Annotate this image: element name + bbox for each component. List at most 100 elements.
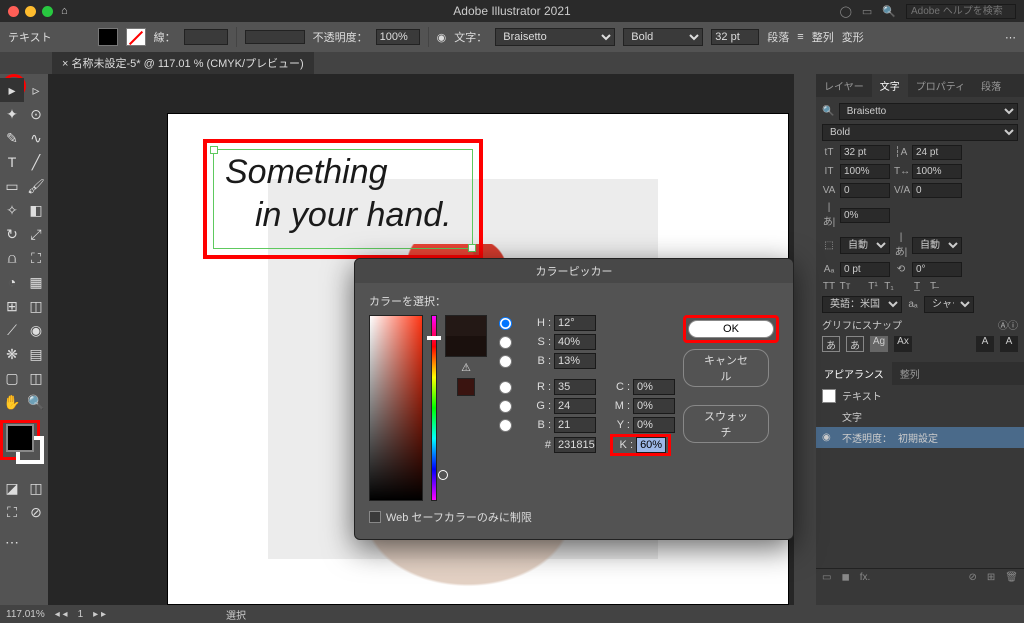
leading-field[interactable] [912, 145, 962, 160]
bb-radio[interactable] [499, 419, 512, 432]
font-weight-select[interactable]: Bold [623, 28, 703, 46]
snap-info-icon[interactable]: ⓘ [1008, 321, 1018, 332]
edit-toolbar-icon[interactable]: ⋯ [0, 530, 24, 554]
tab-character[interactable]: 文字 [872, 74, 908, 97]
s-radio[interactable] [499, 336, 512, 349]
artboard-tool[interactable]: ▢ [0, 366, 24, 390]
color-preview-last[interactable] [457, 378, 475, 396]
b-radio[interactable] [499, 355, 512, 368]
glyph-btn-3[interactable]: Ag [870, 336, 888, 352]
bb-value[interactable]: 21 [554, 417, 596, 433]
tracking-field[interactable] [912, 183, 962, 198]
text-object[interactable]: Something in your hand. [225, 151, 452, 236]
glyph-btn-2[interactable]: あ [846, 336, 864, 352]
graph-tool[interactable]: ▤ [24, 342, 48, 366]
para-icon[interactable]: ≡ [797, 31, 803, 43]
rectangle-tool[interactable]: ▭ [0, 174, 24, 198]
user-icon[interactable]: ◯ [840, 5, 852, 18]
b-value[interactable]: 13% [554, 353, 596, 369]
language-select[interactable]: 英語：米国 [822, 296, 902, 313]
glyph-btn-1[interactable]: あ [822, 336, 840, 352]
zoom-level[interactable]: 117.01% [6, 609, 45, 620]
c-value[interactable]: 0% [633, 379, 675, 395]
tab-appearance[interactable]: アピアランス [816, 362, 892, 385]
tab-layers[interactable]: レイヤー [816, 74, 872, 97]
home-icon[interactable]: ⌂ [61, 5, 68, 17]
visibility-icon[interactable]: ◉ [822, 432, 836, 443]
curvature-tool[interactable]: ∿ [24, 126, 48, 150]
glyph-btn-4[interactable]: Ax [894, 336, 912, 352]
tab-paragraph[interactable]: 段落 [973, 74, 1009, 97]
appearance-row-char[interactable]: 文字 [816, 406, 1024, 427]
zoom-tool[interactable]: 🔍 [24, 390, 48, 414]
gradient-mode-icon[interactable]: ◫ [24, 476, 48, 500]
baseline-field[interactable] [840, 262, 890, 277]
ok-button[interactable]: OK [688, 320, 774, 338]
width-tool[interactable]: ⩍ [0, 246, 24, 270]
rotate-tool[interactable]: ↻ [0, 222, 24, 246]
type-tool[interactable]: T [0, 150, 24, 174]
opacity-input[interactable] [376, 29, 420, 45]
underline-icon[interactable]: T̲ [910, 281, 924, 292]
scale-tool[interactable]: ⤢ [24, 222, 48, 246]
fill-swatch[interactable] [98, 28, 118, 46]
font-style-field[interactable]: Bold [822, 124, 1018, 141]
line-tool[interactable]: ╱ [24, 150, 48, 174]
smallcaps-icon[interactable]: Tᴛ [838, 281, 852, 292]
shape-builder-tool[interactable]: ◔ [0, 270, 24, 294]
appearance-row-text[interactable]: テキスト [816, 385, 1024, 406]
right-dock-strip[interactable] [794, 74, 816, 605]
warning-icon[interactable]: ⚠ [461, 361, 471, 374]
stroke-swatch[interactable] [126, 28, 146, 46]
g-radio[interactable] [499, 400, 512, 413]
kerning-field[interactable] [840, 183, 890, 198]
artboard-nav[interactable]: 1 [78, 609, 84, 620]
glyph-btn-5[interactable]: A [976, 336, 994, 352]
delete-icon[interactable]: 🗑 [1005, 572, 1018, 583]
close-icon[interactable] [8, 6, 19, 17]
y-value[interactable]: 0% [633, 417, 675, 433]
font-family-field[interactable]: Braisetto [839, 103, 1018, 120]
hex-value[interactable]: 231815 [554, 437, 596, 453]
antialias-select[interactable]: シャープ [924, 296, 974, 313]
align-label[interactable]: 整列 [812, 29, 834, 45]
slice-tool[interactable]: ◫ [24, 366, 48, 390]
g-value[interactable]: 24 [554, 398, 596, 414]
direct-selection-tool[interactable]: ▹ [24, 78, 48, 102]
blend-tool[interactable]: ◉ [24, 318, 48, 342]
r-value[interactable]: 35 [554, 379, 596, 395]
recolor-icon[interactable]: ◉ [437, 31, 447, 44]
font-size-input[interactable] [711, 29, 759, 45]
stroke-style-dropdown[interactable] [245, 30, 305, 44]
swatches-button[interactable]: スウォッチ [683, 405, 769, 443]
subscript-icon[interactable]: T₁ [882, 281, 896, 292]
paragraph-label[interactable]: 段落 [767, 29, 789, 45]
symbol-sprayer-tool[interactable]: ❋ [0, 342, 24, 366]
font-family-select[interactable]: Braisetto [495, 28, 615, 46]
color-mode-icon[interactable]: ◪ [0, 476, 24, 500]
more-icon[interactable]: ⋯ [1005, 31, 1016, 44]
tab-properties[interactable]: プロパティ [908, 74, 973, 97]
add-fill-icon[interactable]: ◼ [841, 572, 849, 583]
workspace-icon[interactable]: ▭ [862, 5, 872, 18]
vscale-field[interactable] [840, 164, 890, 179]
maximize-icon[interactable] [42, 6, 53, 17]
transform-label[interactable]: 変形 [842, 29, 864, 45]
search-icon[interactable]: 🔍 [882, 5, 896, 18]
magic-wand-tool[interactable]: ✦ [0, 102, 24, 126]
fill-stroke-control[interactable] [0, 424, 48, 470]
add-stroke-icon[interactable]: ▭ [822, 572, 831, 583]
hscale-field[interactable] [912, 164, 962, 179]
gradient-tool[interactable]: ◫ [24, 294, 48, 318]
hand-tool[interactable]: ✋ [0, 390, 24, 414]
selection-tool[interactable]: ▸ [0, 78, 24, 102]
add-effect-icon[interactable]: fx. [860, 572, 871, 583]
document-tab[interactable]: × 名称未設定-5* @ 117.01 % (CMYK/プレビュー) [52, 52, 314, 74]
hue-slider[interactable] [431, 315, 437, 501]
k-value[interactable]: 60% [636, 437, 666, 453]
h-value[interactable]: 12° [554, 315, 596, 331]
strike-icon[interactable]: T̶ [926, 281, 940, 292]
h-radio[interactable] [499, 317, 512, 330]
appearance-row-opacity[interactable]: ◉ 不透明度： 初期設定 [816, 427, 1024, 448]
kerning-select[interactable]: 自動 [840, 237, 890, 254]
